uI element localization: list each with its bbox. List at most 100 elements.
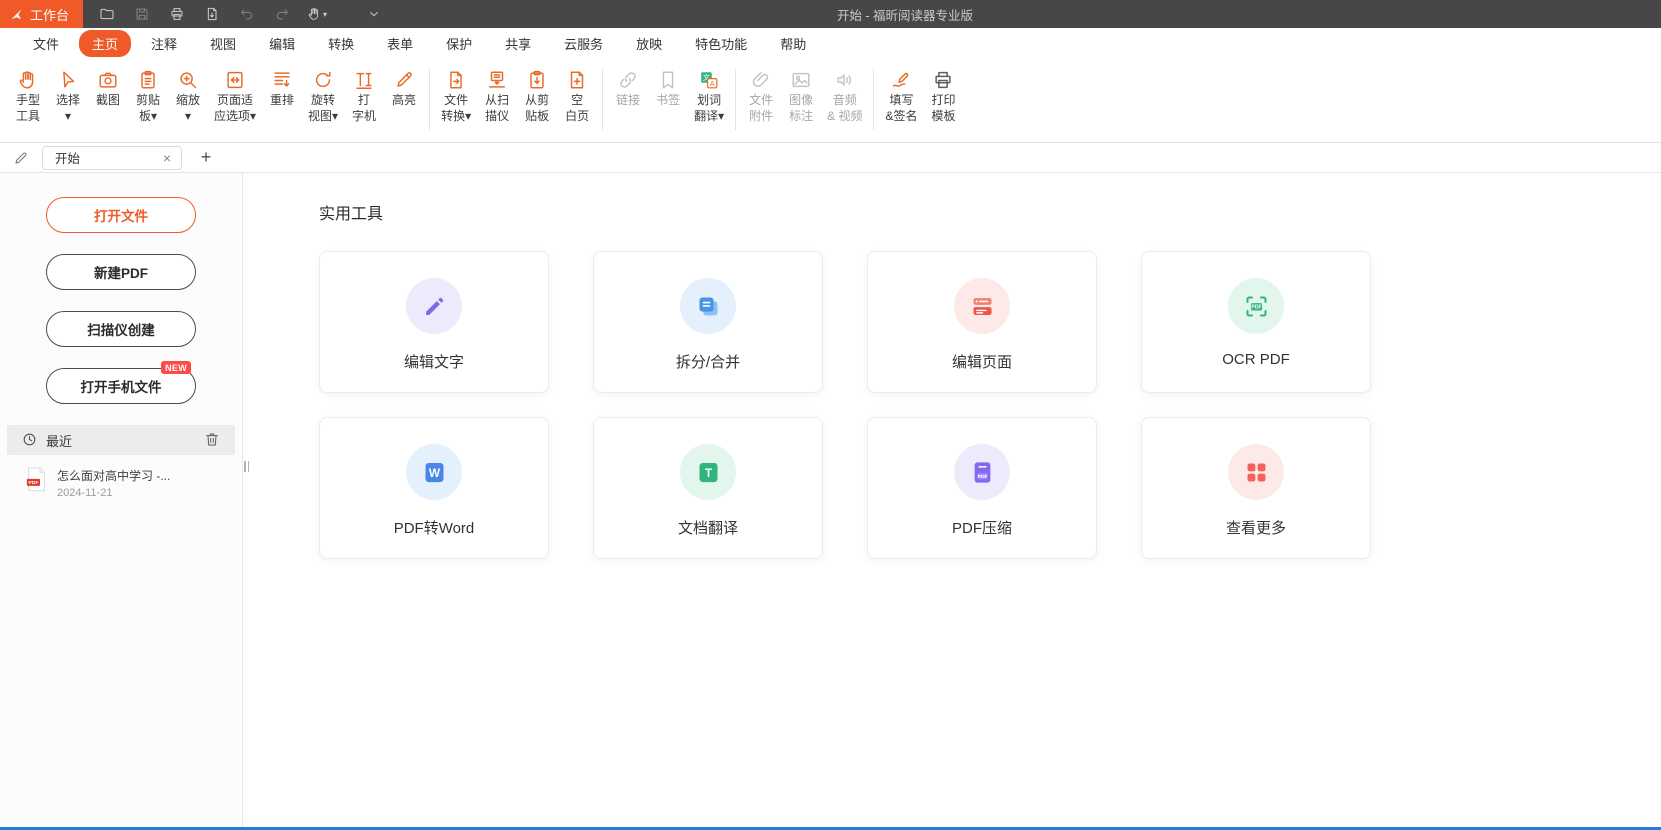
menu-item-features[interactable]: 特色功能 <box>682 30 760 57</box>
recent-file-title: 怎么面对高中学习 -... <box>57 467 170 484</box>
menu-item-help[interactable]: 帮助 <box>767 30 819 57</box>
ribbon-button-audio-video[interactable]: 音频 & 视频 <box>821 65 868 138</box>
ribbon-button-rotate-view[interactable]: 旋转 视图▾ <box>302 65 344 138</box>
ribbon-label: 白页 <box>565 109 589 125</box>
menu-item-form[interactable]: 表单 <box>374 30 426 57</box>
blank-page-icon <box>566 66 588 93</box>
undo-icon[interactable] <box>237 4 257 24</box>
hand-tool-icon[interactable]: ▾ <box>307 4 327 24</box>
ribbon-separator <box>429 69 430 130</box>
card-label: 拆分/合并 <box>676 351 740 372</box>
scanner-create-button[interactable]: 扫描仪创建 <box>46 311 196 347</box>
ribbon-button-clipboard[interactable]: 剪贴 板▾ <box>128 65 168 138</box>
snapshot-camera-icon <box>97 66 119 93</box>
ribbon-button-reflow[interactable]: 重排 <box>262 65 302 138</box>
menu-item-home[interactable]: 主页 <box>79 30 131 57</box>
ribbon-button-typewriter[interactable]: 打 字机 <box>344 65 384 138</box>
redo-icon[interactable] <box>272 4 292 24</box>
clock-icon <box>22 432 38 448</box>
sidebar-resize-handle[interactable] <box>243 459 250 473</box>
card-ocr-pdf[interactable]: PDF OCR PDF <box>1141 251 1371 393</box>
ribbon-label: 链接 <box>616 93 640 109</box>
recent-header-label: 最近 <box>46 431 204 450</box>
open-file-button[interactable]: 打开文件 <box>46 197 196 233</box>
ribbon-group-tools: 手型 工具 选择 ▾ 截图 剪贴 板▾ 缩放 ▾ <box>8 65 424 138</box>
ribbon-label: &签名 <box>885 109 917 125</box>
ribbon-separator <box>602 69 603 130</box>
card-edit-text[interactable]: 编辑文字 <box>319 251 549 393</box>
save-icon[interactable] <box>132 4 152 24</box>
ribbon-button-file-convert[interactable]: 文件 转换▾ <box>435 65 477 138</box>
recent-file-item[interactable]: PDF 怎么面对高中学习 -... 2024-11-21 <box>0 455 242 499</box>
tab-start[interactable]: 开始 × <box>42 146 182 170</box>
menu-item-comment[interactable]: 注释 <box>138 30 190 57</box>
quick-access-toolbar: ▾ <box>97 4 384 24</box>
ribbon-separator <box>873 69 874 130</box>
pdf-compress-icon: PDF <box>954 444 1010 500</box>
ribbon-button-snapshot[interactable]: 截图 <box>88 65 128 138</box>
workspace-button-label: 工作台 <box>30 5 69 24</box>
ribbon-button-print-template[interactable]: 打印 模板 <box>923 65 963 138</box>
split-merge-icon <box>680 278 736 334</box>
link-icon <box>617 66 639 93</box>
new-pdf-button[interactable]: 新建PDF <box>46 254 196 290</box>
trash-icon[interactable] <box>204 431 222 449</box>
ribbon-button-attachment[interactable]: 文件 附件 <box>741 65 781 138</box>
ribbon-label: 音频 <box>833 93 857 109</box>
open-folder-icon[interactable] <box>97 4 117 24</box>
menu-item-file[interactable]: 文件 <box>20 30 72 57</box>
ribbon-button-link[interactable]: 链接 <box>608 65 648 138</box>
open-mobile-file-label: 打开手机文件 <box>81 376 162 396</box>
ribbon-label: 图像 <box>789 93 813 109</box>
file-convert-icon <box>445 66 467 93</box>
close-icon[interactable]: × <box>160 151 174 165</box>
menu-item-view[interactable]: 视图 <box>197 30 249 57</box>
card-pdf-compress[interactable]: PDF PDF压缩 <box>867 417 1097 559</box>
print-icon[interactable] <box>167 4 187 24</box>
tab-label: 开始 <box>55 148 160 167</box>
new-tab-button[interactable]: + <box>195 147 217 168</box>
export-icon[interactable] <box>202 4 222 24</box>
foxit-logo-icon <box>9 7 24 22</box>
edit-pencil-icon[interactable] <box>10 147 32 169</box>
card-split-merge[interactable]: 拆分/合并 <box>593 251 823 393</box>
ribbon-label: 工具 <box>16 109 40 125</box>
ribbon-button-translate[interactable]: 文A 划词 翻译▾ <box>688 65 730 138</box>
card-view-more[interactable]: 查看更多 <box>1141 417 1371 559</box>
view-more-icon <box>1228 444 1284 500</box>
window-title: 开始 - 福昕阅读器专业版 <box>837 5 973 24</box>
ribbon-toolbar: 手型 工具 选择 ▾ 截图 剪贴 板▾ 缩放 ▾ <box>0 58 1661 143</box>
card-edit-pages[interactable]: 编辑页面 <box>867 251 1097 393</box>
ribbon-button-hand-tool[interactable]: 手型 工具 <box>8 65 48 138</box>
collapse-toolbar-icon[interactable] <box>364 4 384 24</box>
ribbon-button-image-annotation[interactable]: 图像 标注 <box>781 65 821 138</box>
menu-item-edit[interactable]: 编辑 <box>256 30 308 57</box>
ribbon-label: 板▾ <box>139 109 157 125</box>
titlebar: 工作台 ▾ <box>0 0 1661 28</box>
card-doc-translate[interactable]: T 文档翻译 <box>593 417 823 559</box>
ocr-pdf-icon: PDF <box>1228 278 1284 334</box>
workspace-button[interactable]: 工作台 <box>0 0 83 28</box>
zoom-magnifier-icon <box>177 66 199 93</box>
ribbon-button-fill-sign[interactable]: 填写 &签名 <box>879 65 923 138</box>
card-pdf-to-word[interactable]: W PDF转Word <box>319 417 549 559</box>
ribbon-button-from-scanner[interactable]: 从扫 描仪 <box>477 65 517 138</box>
menu-item-share[interactable]: 共享 <box>492 30 544 57</box>
ribbon-button-select[interactable]: 选择 ▾ <box>48 65 88 138</box>
menu-item-present[interactable]: 放映 <box>623 30 675 57</box>
ribbon-button-zoom[interactable]: 缩放 ▾ <box>168 65 208 138</box>
highlight-pencil-icon <box>393 66 415 93</box>
ribbon-label: 缩放 <box>176 93 200 109</box>
ribbon-button-bookmark[interactable]: 书签 <box>648 65 688 138</box>
menu-item-cloud[interactable]: 云服务 <box>551 30 616 57</box>
ribbon-label: 标注 <box>789 109 813 125</box>
open-mobile-file-button[interactable]: 打开手机文件 NEW <box>46 368 196 404</box>
ribbon-button-from-clipboard[interactable]: 从剪 贴板 <box>517 65 557 138</box>
ribbon-label: 选择 <box>56 93 80 109</box>
menu-item-protect[interactable]: 保护 <box>433 30 485 57</box>
ribbon-button-page-fit[interactable]: 页面适 应选项▾ <box>208 65 262 138</box>
menu-item-convert[interactable]: 转换 <box>315 30 367 57</box>
ribbon-button-highlight[interactable]: 高亮 <box>384 65 424 138</box>
ribbon-button-blank-page[interactable]: 空 白页 <box>557 65 597 138</box>
select-cursor-icon <box>57 66 79 93</box>
